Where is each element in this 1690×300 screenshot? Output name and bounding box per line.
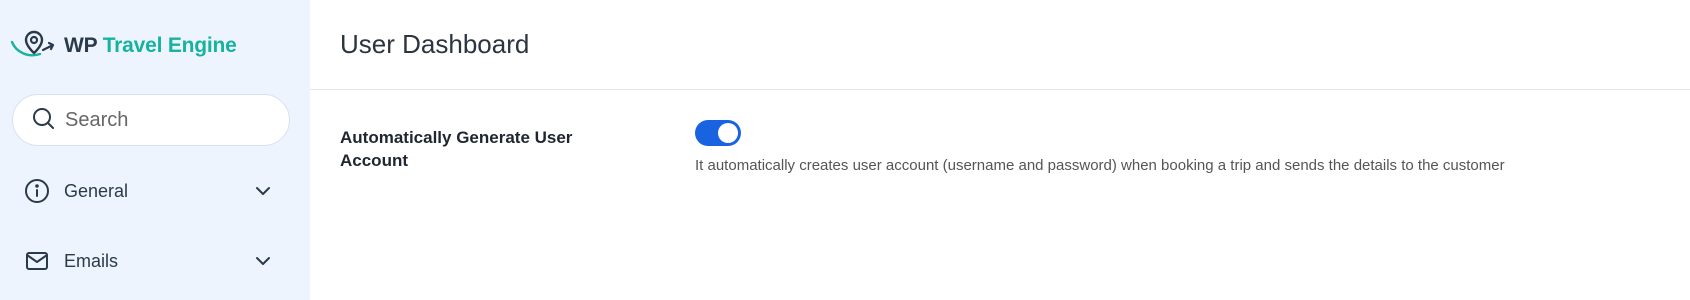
mail-icon [24, 248, 50, 274]
page-title: User Dashboard [340, 29, 530, 59]
search-box[interactable] [12, 94, 290, 146]
search-input[interactable] [65, 108, 265, 132]
sidebar-item-general[interactable]: General [0, 166, 310, 216]
setting-description: It automatically creates user account (u… [695, 157, 1505, 174]
sidebar-item-label: General [64, 180, 129, 201]
sidebar-item-emails[interactable]: Emails [0, 236, 310, 286]
chevron-down-icon[interactable] [252, 180, 274, 202]
info-icon [24, 178, 50, 204]
toggle-knob [718, 123, 738, 143]
logo-text: WP Travel Engine [64, 34, 237, 58]
sidebar: WP Travel Engine General [0, 0, 310, 300]
logo-pin-plane-icon [10, 28, 58, 65]
logo-brand-text: Travel Engine [102, 34, 237, 57]
auto-generate-account-toggle[interactable] [695, 120, 741, 146]
search-icon [31, 106, 55, 135]
main-content: User Dashboard Automatically Generate Us… [310, 0, 1690, 300]
logo-wp-text: WP [64, 34, 98, 57]
setting-label: Automatically Generate User Account [340, 128, 573, 170]
chevron-down-icon[interactable] [252, 250, 274, 272]
page-header: User Dashboard [310, 0, 1690, 90]
sidebar-item-label: Emails [64, 250, 119, 271]
app-logo[interactable]: WP Travel Engine [10, 30, 237, 62]
